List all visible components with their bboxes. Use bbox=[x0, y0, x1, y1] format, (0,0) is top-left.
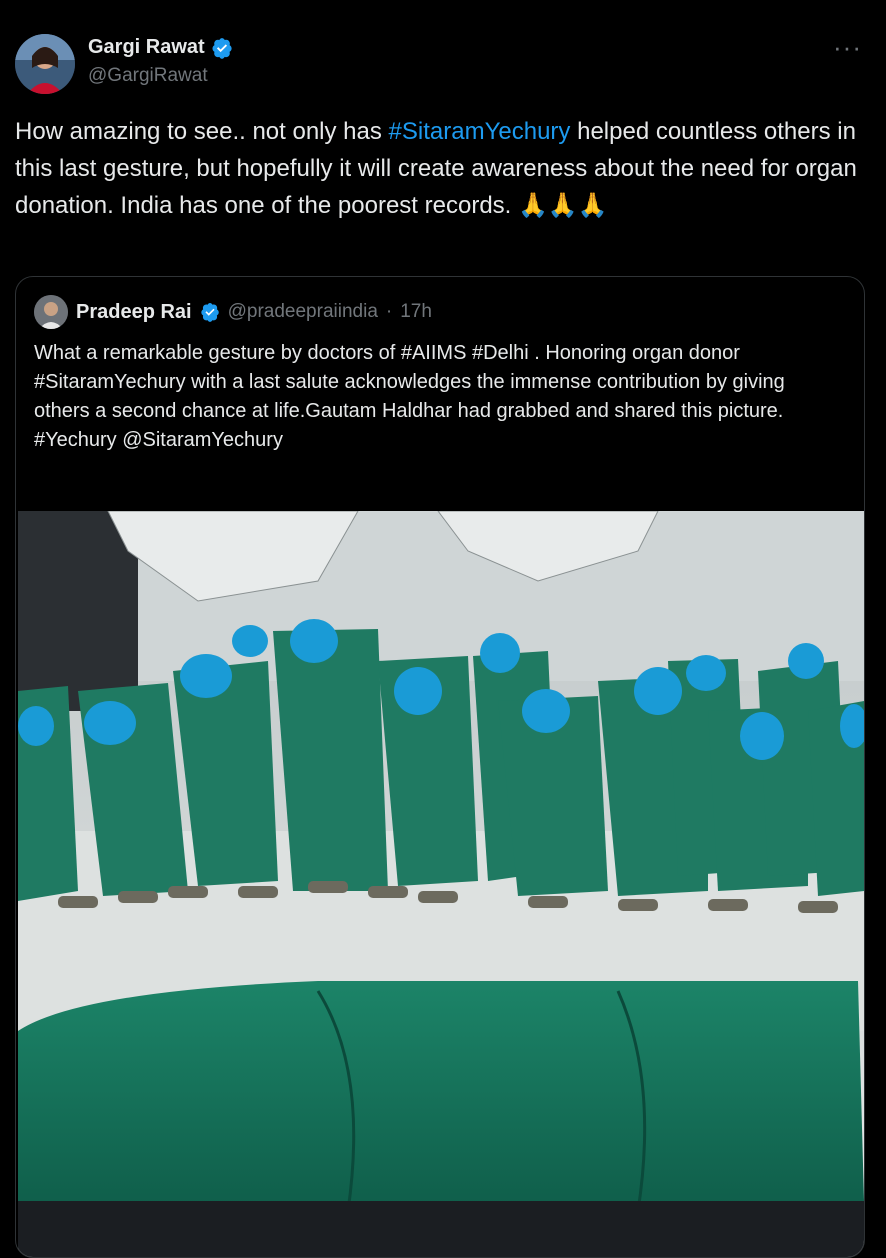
tweet: Gargi Rawat @GargiRawat ··· How amazing … bbox=[0, 0, 886, 1258]
author-name[interactable]: Gargi Rawat bbox=[88, 36, 205, 59]
folded-hands-emoji: 🙏🙏🙏 bbox=[518, 192, 608, 219]
quoted-tweet[interactable]: Pradeep Rai @pradeepraiindia · 17h What … bbox=[15, 276, 865, 1258]
quoted-author-avatar[interactable] bbox=[34, 295, 68, 329]
author-avatar[interactable] bbox=[15, 34, 75, 94]
tweet-text-segment: How amazing to see.. not only has bbox=[15, 118, 389, 145]
author-block: Gargi Rawat @GargiRawat bbox=[88, 36, 233, 87]
quoted-author-name[interactable]: Pradeep Rai bbox=[76, 301, 192, 324]
more-horizontal-icon[interactable]: ··· bbox=[833, 32, 862, 63]
tweet-text: How amazing to see.. not only has #Sitar… bbox=[15, 113, 865, 224]
quoted-tweet-header: Pradeep Rai @pradeepraiindia · 17h bbox=[34, 295, 432, 329]
quoted-photo[interactable] bbox=[18, 511, 864, 1257]
quoted-timestamp[interactable]: 17h bbox=[400, 301, 432, 323]
hashtag-link[interactable]: #SitaramYechury bbox=[389, 118, 571, 145]
verified-badge-icon bbox=[212, 37, 232, 59]
quoted-author-handle[interactable]: @pradeepraiindia bbox=[228, 301, 378, 323]
author-handle[interactable]: @GargiRawat bbox=[88, 65, 233, 87]
quoted-tweet-text: What a remarkable gesture by doctors of … bbox=[34, 339, 844, 455]
quoted-text-line: #Yechury @SitaramYechury bbox=[34, 429, 283, 451]
quoted-text-line: What a remarkable gesture by doctors of … bbox=[34, 342, 785, 422]
separator-dot: · bbox=[385, 301, 393, 322]
verified-badge-icon bbox=[200, 303, 219, 322]
